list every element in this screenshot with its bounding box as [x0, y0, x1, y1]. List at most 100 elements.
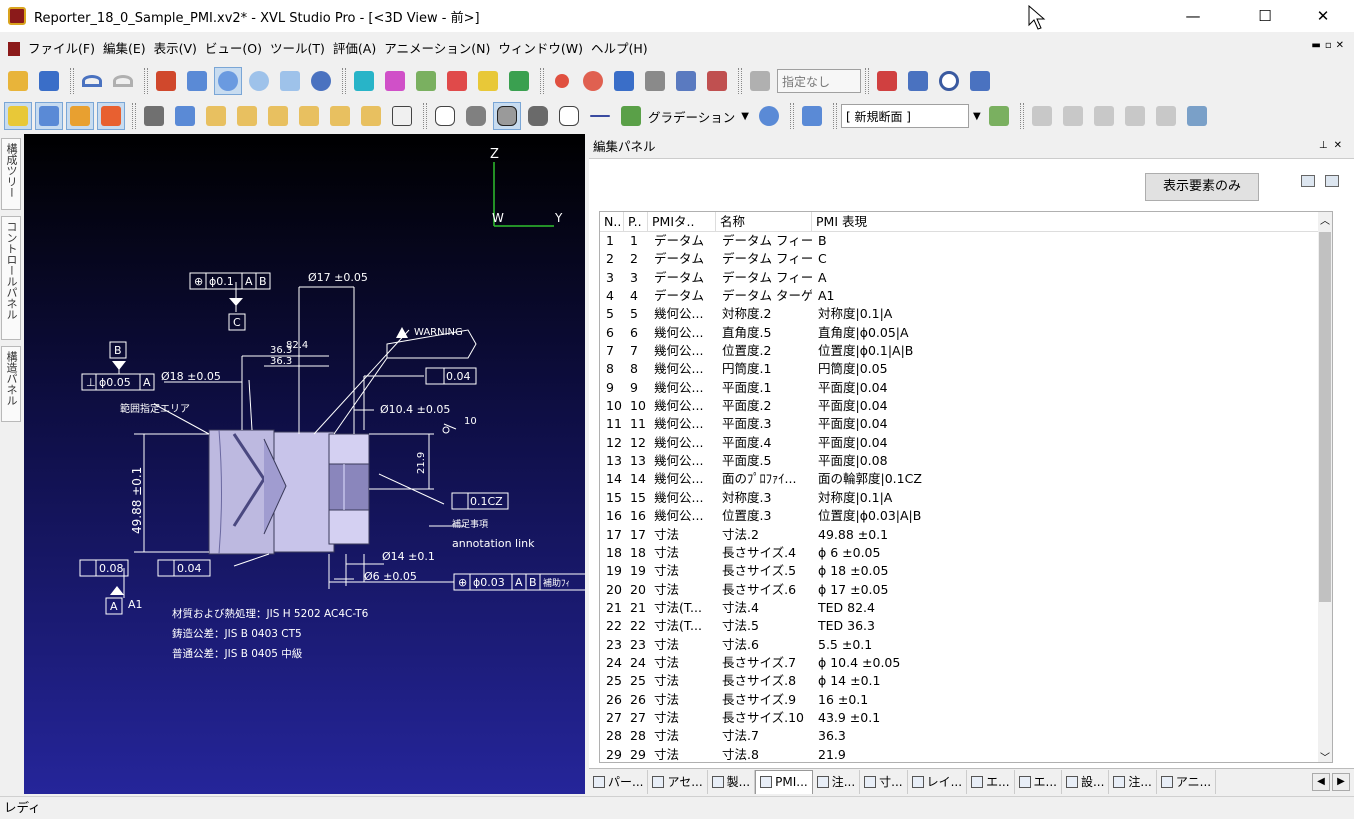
- gradient-label[interactable]: グラデーション: [648, 107, 735, 126]
- side-tab-control[interactable]: コントロールパネル: [1, 216, 21, 340]
- grid-view-icon[interactable]: [1325, 175, 1339, 187]
- table-row[interactable]: 8 8 幾何公... 円筒度.1 円筒度|0.05: [600, 360, 1320, 378]
- table-row[interactable]: 7 7 幾何公... 位置度.2 位置度|ϕ0.1|A|B: [600, 342, 1320, 360]
- mark-green-icon[interactable]: [505, 67, 533, 95]
- visible-only-button[interactable]: 表示要素のみ: [1145, 173, 1259, 201]
- table-row[interactable]: 29 29 寸法 寸法.8 21.9: [600, 746, 1320, 762]
- table-row[interactable]: 21 21 寸法(T... 寸法.4 TED 82.4: [600, 599, 1320, 617]
- scroll-thumb[interactable]: [1319, 232, 1331, 602]
- table-row[interactable]: 15 15 幾何公... 対称度.3 対称度|0.1|A: [600, 489, 1320, 507]
- table-row[interactable]: 9 9 幾何公... 平面度.1 平面度|0.04: [600, 379, 1320, 397]
- section-combo[interactable]: [ 新規断面 ]: [840, 104, 969, 128]
- shaded-edges-icon[interactable]: [493, 102, 521, 130]
- table-row[interactable]: 17 17 寸法 寸法.2 49.88 ±0.1: [600, 526, 1320, 544]
- maximize-button[interactable]: ☐: [1242, 0, 1288, 32]
- hierarchy-icon[interactable]: [66, 102, 94, 130]
- tab-scroll-left-icon[interactable]: ◀: [1312, 773, 1330, 791]
- menu-display[interactable]: 表示(V): [150, 38, 201, 60]
- table-row[interactable]: 1 1 データム データム フィーチ... B: [600, 232, 1320, 250]
- undo-icon[interactable]: [78, 67, 106, 95]
- fit-icon[interactable]: [307, 67, 335, 95]
- col-number[interactable]: N..: [600, 212, 624, 231]
- spec-combo[interactable]: 指定なし: [777, 69, 861, 93]
- gradient-icon[interactable]: [617, 102, 645, 130]
- select-cyan-icon[interactable]: [350, 67, 378, 95]
- menu-file[interactable]: ファイル(F): [24, 38, 99, 60]
- cube-left-icon[interactable]: [264, 102, 292, 130]
- tab-settings[interactable]: 設...: [1062, 769, 1110, 794]
- table-row[interactable]: 6 6 幾何公... 直角度.5 直角度|ϕ0.05|A: [600, 324, 1320, 342]
- table-row[interactable]: 22 22 寸法(T... 寸法.5 TED 36.3: [600, 617, 1320, 635]
- cut-icon[interactable]: [641, 67, 669, 95]
- table-row[interactable]: 44 データム データム ターゲ... A1: [600, 287, 1320, 305]
- tab-parts[interactable]: パー...: [589, 769, 649, 794]
- sphere-red-icon[interactable]: [548, 67, 576, 95]
- side-tab-structure[interactable]: 構造パネル: [1, 346, 21, 422]
- 3d-viewport[interactable]: Z W Y ⊕ ϕ0.1 A B C Ø17 ±0.05 WARNING B ⊥…: [24, 134, 585, 794]
- history-icon[interactable]: [966, 67, 994, 95]
- table-row[interactable]: 13 13 幾何公... 平面度.5 平面度|0.08: [600, 452, 1320, 470]
- fit-all-icon[interactable]: [171, 102, 199, 130]
- tree-icon[interactable]: [4, 102, 32, 130]
- clock-icon[interactable]: [935, 67, 963, 95]
- wireframe-icon[interactable]: [431, 102, 459, 130]
- hidden-line-icon[interactable]: [524, 102, 552, 130]
- zoom-icon[interactable]: [245, 67, 273, 95]
- table-row[interactable]: 27 27 寸法 長さサイズ.10 43.9 ±0.1: [600, 709, 1320, 727]
- save-icon[interactable]: [35, 67, 63, 95]
- table-row[interactable]: 10 10 幾何公... 平面度.2 平面度|0.04: [600, 397, 1320, 415]
- section-map-icon[interactable]: [1183, 102, 1211, 130]
- paint-icon[interactable]: [746, 67, 774, 95]
- tab-e2[interactable]: エ...: [1015, 769, 1062, 794]
- gradient-dropdown-icon[interactable]: ▼: [741, 111, 749, 122]
- filter-icon[interactable]: [97, 102, 125, 130]
- close-button[interactable]: ✕: [1300, 0, 1346, 32]
- mdi-controls[interactable]: ▬▫✕: [1311, 40, 1348, 51]
- menu-animation[interactable]: アニメーション(N): [380, 38, 494, 60]
- tab-animation[interactable]: アニ...: [1157, 769, 1217, 794]
- menu-edit[interactable]: 編集(E): [99, 38, 150, 60]
- table-row[interactable]: 11 11 幾何公... 平面度.3 平面度|0.04: [600, 415, 1320, 433]
- table-row[interactable]: 23 23 寸法 寸法.6 5.5 ±0.1: [600, 636, 1320, 654]
- mark-yellow-icon[interactable]: [474, 67, 502, 95]
- zoom-window-icon[interactable]: [276, 67, 304, 95]
- link-icon[interactable]: [140, 102, 168, 130]
- list-view-icon[interactable]: [1301, 175, 1315, 187]
- table-row[interactable]: 14 14 幾何公... 面のﾌﾟﾛﾌｧｲ... 面の輪郭度|0.1CZ: [600, 470, 1320, 488]
- line-icon[interactable]: [586, 102, 614, 130]
- explode-icon[interactable]: [579, 67, 607, 95]
- pmi-icon[interactable]: [443, 67, 471, 95]
- table-row[interactable]: 5 5 幾何公... 対称度.2 対称度|0.1|A: [600, 305, 1320, 323]
- outline-icon[interactable]: [555, 102, 583, 130]
- home-view-icon[interactable]: [152, 67, 180, 95]
- table-row[interactable]: 25 25 寸法 長さサイズ.8 ϕ 14 ±0.1: [600, 672, 1320, 690]
- table-row[interactable]: 12 12 幾何公... 平面度.4 平面度|0.04: [600, 434, 1320, 452]
- background-sphere-icon[interactable]: [755, 102, 783, 130]
- tab-scroll-right-icon[interactable]: ▶: [1332, 773, 1350, 791]
- dimension-icon[interactable]: [672, 67, 700, 95]
- pan-icon[interactable]: [183, 67, 211, 95]
- table-row[interactable]: 33 データム データム フィーチ... A: [600, 269, 1320, 287]
- align-icon[interactable]: [873, 67, 901, 95]
- tab-e1[interactable]: エ...: [967, 769, 1015, 794]
- menu-view[interactable]: ビュー(O): [201, 38, 266, 60]
- section-dropdown-icon[interactable]: ▼: [973, 111, 981, 122]
- scroll-up-icon[interactable]: ︿: [1318, 212, 1332, 227]
- shaded-icon[interactable]: [462, 102, 490, 130]
- col-name[interactable]: 名称: [716, 212, 812, 231]
- rotate-icon[interactable]: [214, 67, 242, 95]
- monitor-icon[interactable]: [798, 102, 826, 130]
- scroll-down-icon[interactable]: ﹀: [1318, 749, 1332, 762]
- table-scrollbar[interactable]: ︿ ﹀: [1318, 212, 1332, 762]
- measure-icon[interactable]: [610, 67, 638, 95]
- table-row[interactable]: 26 26 寸法 長さサイズ.9 16 ±0.1: [600, 691, 1320, 709]
- select-multi-icon[interactable]: [412, 67, 440, 95]
- tab-manufacture[interactable]: 製...: [708, 769, 756, 794]
- redo-icon[interactable]: [109, 67, 137, 95]
- menu-help[interactable]: ヘルプ(H): [587, 38, 652, 60]
- table-row[interactable]: 28 28 寸法 寸法.7 36.3: [600, 727, 1320, 745]
- clear-dim-icon[interactable]: [703, 67, 731, 95]
- select-magenta-icon[interactable]: [381, 67, 409, 95]
- col-pmi-type[interactable]: PMIタ..: [648, 212, 716, 231]
- tab-assembly[interactable]: アセ...: [648, 769, 708, 794]
